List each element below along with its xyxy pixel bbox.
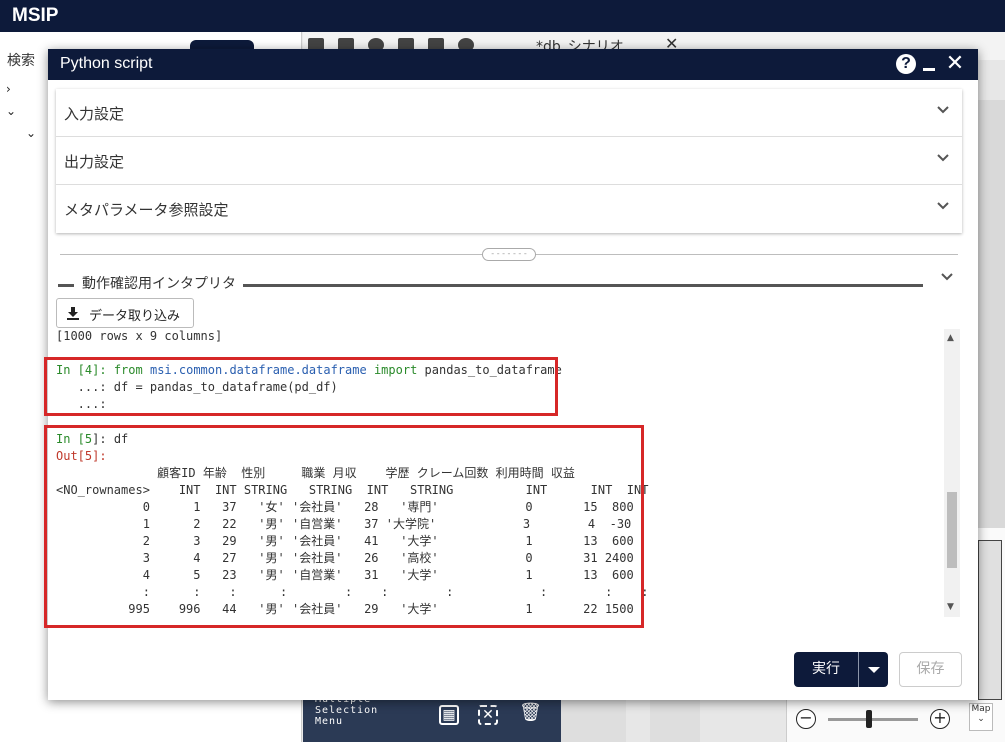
accordion-metaparameter-settings[interactable]: メタパラメータ参照設定	[56, 185, 962, 233]
canvas-node	[560, 700, 626, 742]
canvas-node	[650, 700, 700, 742]
multiple-selection-menu: Multiple Selection Menu ▦ ✕ 🗑	[303, 694, 561, 742]
tree-collapse-icon[interactable]: ⌄	[6, 104, 16, 118]
import-data-button[interactable]: データ取り込み	[56, 298, 194, 328]
caret-down-icon	[868, 667, 880, 673]
save-button: 保存	[899, 652, 962, 687]
accordion-output-settings[interactable]: 出力設定	[56, 137, 962, 185]
chevron-down-icon	[936, 151, 950, 165]
highlight-box-input-4	[44, 357, 558, 416]
console-scrollbar[interactable]: ▲ ▼	[944, 329, 960, 617]
highlight-box-output-5	[44, 425, 644, 628]
splitter-handle[interactable]: - - - - - - -	[482, 248, 536, 261]
app-title: MSIP	[12, 5, 59, 26]
group-icon[interactable]: ▦	[439, 705, 459, 725]
python-script-dialog: Python script ? ✕ 入力設定 出力設定 メタパラメータ参照設定 …	[44, 49, 978, 700]
chevron-down-icon[interactable]	[940, 269, 954, 283]
dialog-titlebar[interactable]: Python script ? ✕	[48, 49, 978, 80]
chevron-down-icon	[936, 199, 950, 213]
map-label: Map	[971, 704, 991, 714]
minimize-icon[interactable]	[923, 68, 935, 71]
import-data-label: データ取り込み	[89, 309, 181, 324]
zoom-slider-thumb[interactable]	[866, 710, 872, 728]
help-icon[interactable]: ?	[896, 54, 916, 74]
trash-icon[interactable]: 🗑	[519, 704, 542, 725]
close-icon[interactable]: ✕	[943, 51, 967, 77]
dialog-title: Python script	[60, 55, 153, 72]
scroll-up-icon[interactable]: ▲	[947, 333, 954, 343]
accordion-label: 入力設定	[64, 105, 125, 123]
console-summary: [1000 rows x 9 columns]	[56, 329, 223, 343]
accordion-label: 出力設定	[64, 153, 125, 171]
chevron-down-icon	[936, 103, 950, 117]
tree-expand-icon[interactable]: ›	[6, 82, 11, 96]
accordion-input-settings[interactable]: 入力設定	[56, 89, 962, 137]
scroll-down-icon[interactable]: ▼	[947, 602, 954, 612]
scrollbar-thumb[interactable]	[947, 492, 957, 568]
app-header: MSIP	[0, 0, 1005, 32]
zoom-in-icon[interactable]: +	[930, 709, 950, 729]
tree-collapse-icon[interactable]: ⌄	[26, 126, 36, 140]
deselect-icon[interactable]: ✕	[478, 705, 498, 725]
accordion-label: メタパラメータ参照設定	[64, 201, 229, 219]
section-rule	[58, 284, 74, 287]
settings-accordion: 入力設定 出力設定 メタパラメータ参照設定	[56, 89, 962, 233]
run-button[interactable]: 実行	[794, 652, 858, 687]
section-rule	[243, 284, 923, 287]
run-options-dropdown[interactable]	[858, 652, 888, 687]
download-icon	[67, 307, 79, 320]
zoom-slider-track[interactable]	[828, 718, 918, 721]
map-toggle[interactable]: Map ⌄	[969, 703, 993, 731]
search-label: 検索	[7, 53, 35, 69]
interpreter-section-title: 動作確認用インタプリタ	[82, 276, 236, 292]
zoom-out-icon[interactable]: −	[796, 709, 816, 729]
minimap-viewport[interactable]	[978, 540, 1002, 700]
